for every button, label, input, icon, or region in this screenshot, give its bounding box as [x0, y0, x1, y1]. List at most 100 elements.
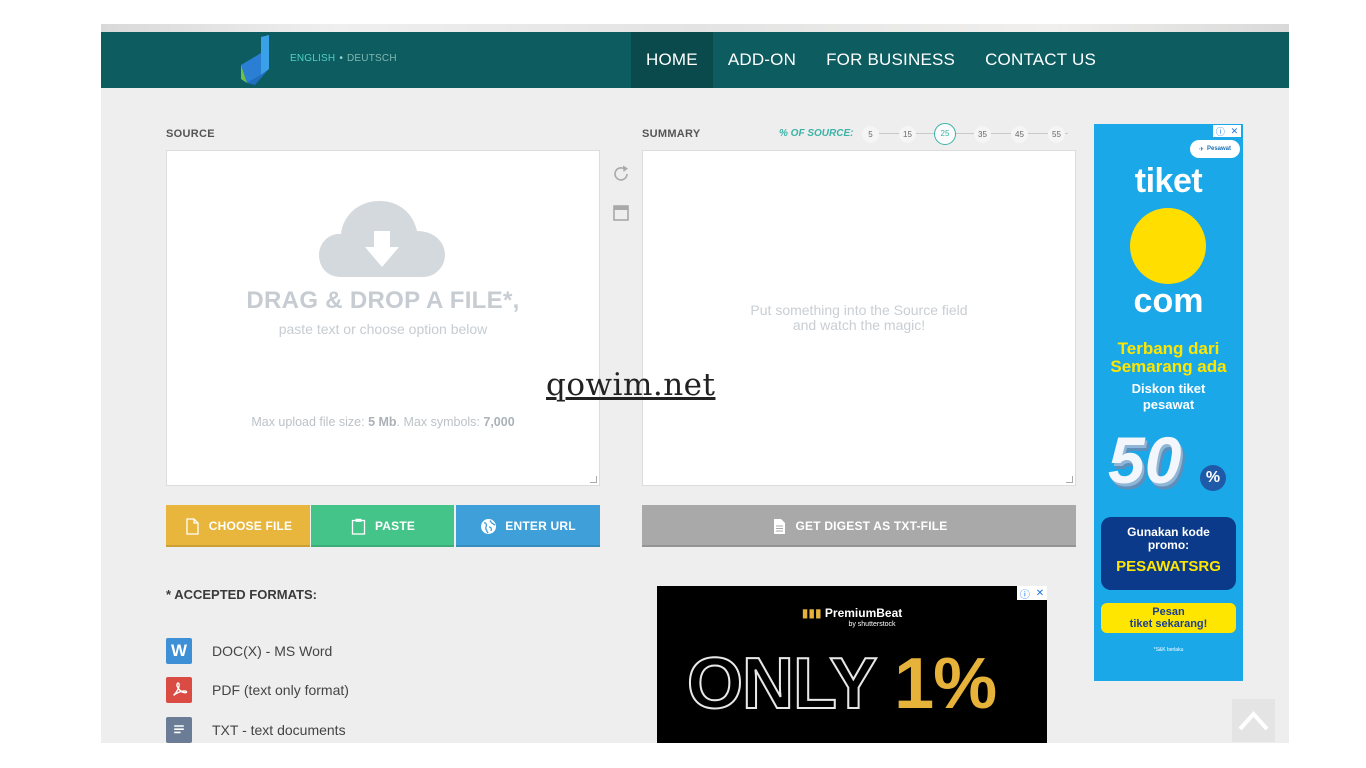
- percent-scale: 5 15 25 35 45 55: [862, 122, 1076, 146]
- summary-output[interactable]: Put something into the Source field and …: [642, 150, 1076, 486]
- format-label-pdf: PDF (text only format): [212, 682, 349, 698]
- summary-placeholder: Put something into the Source field and …: [643, 303, 1075, 333]
- ad-choices[interactable]: ⓘ ✕: [1213, 125, 1241, 137]
- lang-separator: •: [339, 53, 344, 64]
- ad-pesawat-pill: ✈ Pesawat: [1190, 140, 1240, 158]
- ad-headline-only: ONLY 1%: [686, 643, 997, 725]
- upload-limits: Max upload file size: 5 Mb. Max symbols:…: [167, 415, 599, 429]
- top-navbar: ENGLISH • DEUTSCH HOME ADD-ON FOR BUSINESS…: [101, 32, 1289, 88]
- ad-cta-2: tiket sekarang!: [1129, 618, 1208, 630]
- percent-step-45[interactable]: 45: [1011, 126, 1028, 143]
- limits-size: 5 Mb: [368, 415, 397, 429]
- site-logo[interactable]: [239, 35, 275, 85]
- ad-promo-label-2: promo:: [1147, 538, 1190, 552]
- scroll-to-top-button[interactable]: [1232, 699, 1275, 742]
- source-dropzone[interactable]: DRAG & DROP A FILE*, paste text or choos…: [166, 150, 600, 486]
- word-icon: W: [166, 638, 192, 664]
- percent-step-25[interactable]: 25: [934, 123, 956, 145]
- ad-choices-bottom[interactable]: ⓘ ✕: [1017, 586, 1047, 601]
- format-label-docx: DOC(X) - MS Word: [212, 643, 333, 659]
- percent-step-35[interactable]: 35: [974, 126, 991, 143]
- lang-deutsch[interactable]: DEUTSCH: [347, 53, 397, 64]
- ad-headline-percent: 1%: [894, 644, 997, 724]
- premiumbeat-brand: ▮▮▮ PremiumBeat by shutterstock: [657, 606, 1047, 628]
- nav-for-business[interactable]: FOR BUSINESS: [811, 32, 970, 88]
- dropzone-subtitle: paste text or choose option below: [278, 321, 488, 337]
- nav-add-on[interactable]: ADD-ON: [713, 32, 811, 88]
- plane-icon: ✈: [1198, 146, 1204, 153]
- paste-label: PASTE: [374, 519, 416, 533]
- ad-sub-1: Diskon tiket: [1131, 381, 1206, 396]
- ad-close-icon[interactable]: ✕: [1231, 126, 1239, 137]
- limits-prefix: Max upload file size:: [251, 415, 369, 429]
- summary-placeholder-line-1: Put something into the Source field: [750, 302, 968, 318]
- equalizer-icon: ▮▮▮: [801, 606, 822, 620]
- ad-promo-box: Gunakan kode promo: PESAWATSRG: [1101, 517, 1236, 590]
- format-item-pdf: PDF (text only format): [166, 677, 349, 703]
- browser-tab-strip: [101, 24, 1289, 32]
- enter-url-button[interactable]: ENTER URL: [456, 505, 600, 547]
- paste-button[interactable]: PASTE: [311, 505, 454, 547]
- limits-symbols: 7,000: [483, 415, 515, 429]
- ad-promo-label-1: Gunakan kode: [1127, 525, 1210, 539]
- percent-of-source-label: % OF SOURCE:: [779, 128, 854, 139]
- ad-cta-button[interactable]: Pesan tiket sekarang!: [1101, 603, 1236, 633]
- ad-subheadline: Diskon tiket pesawat: [1094, 381, 1243, 413]
- lang-english[interactable]: ENGLISH: [290, 53, 335, 64]
- ad-info-icon-bottom[interactable]: ⓘ: [1020, 586, 1030, 601]
- refresh-icon[interactable]: [611, 164, 631, 184]
- clipboard-icon: [351, 518, 366, 535]
- source-label: SOURCE: [166, 128, 215, 140]
- main-menu: HOME ADD-ON FOR BUSINESS CONTACT US: [631, 32, 1111, 88]
- summary-label: SUMMARY: [642, 128, 701, 140]
- ad-cta-1: Pesan: [1152, 606, 1185, 618]
- pdf-icon: [166, 677, 192, 703]
- nav-home[interactable]: HOME: [631, 32, 713, 88]
- ad-headline-2: Semarang ada: [1110, 357, 1227, 376]
- watermark: qowim.net: [546, 367, 716, 403]
- nav-contact-us[interactable]: CONTACT US: [970, 32, 1111, 88]
- ad-promo-code: PESAWATSRG: [1116, 558, 1221, 575]
- format-item-txt: TXT - text documents: [166, 717, 346, 743]
- file-icon: [186, 517, 199, 535]
- choose-file-label: CHOOSE FILE: [208, 519, 293, 533]
- format-item-docx: W DOC(X) - MS Word: [166, 638, 332, 664]
- format-label-txt: TXT - text documents: [212, 722, 346, 738]
- dropzone-title: DRAG & DROP A FILE*,: [246, 287, 520, 314]
- cloud-upload-icon: [319, 201, 445, 277]
- percent-step-55[interactable]: 55: [1048, 126, 1065, 143]
- ad-brand-dot: [1130, 208, 1206, 284]
- get-digest-button[interactable]: GET DIGEST AS TXT-FILE: [642, 505, 1076, 547]
- ad-brand-bottom: com: [1133, 282, 1204, 320]
- tiket-side-ad[interactable]: ⓘ ✕ ✈ Pesawat tiket com Terbang dari Semar…: [1094, 124, 1243, 681]
- globe-icon: [481, 518, 497, 534]
- ad-info-icon[interactable]: ⓘ: [1216, 125, 1225, 138]
- ad-pill-label: Pesawat: [1207, 146, 1232, 152]
- ad-promo-label: Gunakan kode promo:: [1101, 526, 1236, 552]
- ad-discount: 50: [1108, 423, 1182, 497]
- source-resize-handle[interactable]: [590, 476, 597, 483]
- summary-resize-handle[interactable]: [1066, 476, 1073, 483]
- choose-file-button[interactable]: CHOOSE FILE: [166, 505, 310, 547]
- ad-discount-percent: %: [1200, 465, 1226, 491]
- percent-step-5[interactable]: 5: [862, 126, 879, 143]
- ad-fine-print: *S&K berlaku: [1153, 647, 1184, 653]
- ad-headline-1: Terbang dari: [1117, 339, 1220, 358]
- percent-step-15[interactable]: 15: [899, 126, 916, 143]
- txt-icon: [166, 717, 192, 743]
- copy-icon[interactable]: [611, 203, 631, 223]
- enter-url-label: ENTER URL: [505, 519, 576, 533]
- ad-brand-top: tiket: [1134, 162, 1203, 200]
- ad-sub-2: pesawat: [1142, 397, 1195, 412]
- get-digest-label: GET DIGEST AS TXT-FILE: [795, 519, 948, 533]
- summary-placeholder-line-2: and watch the magic!: [792, 317, 926, 333]
- ad-headline-word: ONLY: [686, 643, 895, 725]
- ad-headline: Terbang dari Semarang ada: [1094, 340, 1243, 376]
- language-switcher: ENGLISH • DEUTSCH: [290, 53, 397, 64]
- document-icon: [773, 518, 785, 534]
- ad-close-icon-bottom[interactable]: ✕: [1036, 588, 1044, 599]
- premiumbeat-name: PremiumBeat: [824, 606, 903, 620]
- premiumbeat-by: by shutterstock: [848, 621, 896, 628]
- premiumbeat-ad[interactable]: ⓘ ✕ ▮▮▮ PremiumBeat by shutterstock ONLY …: [657, 586, 1047, 743]
- chevron-up-icon: [1238, 711, 1269, 731]
